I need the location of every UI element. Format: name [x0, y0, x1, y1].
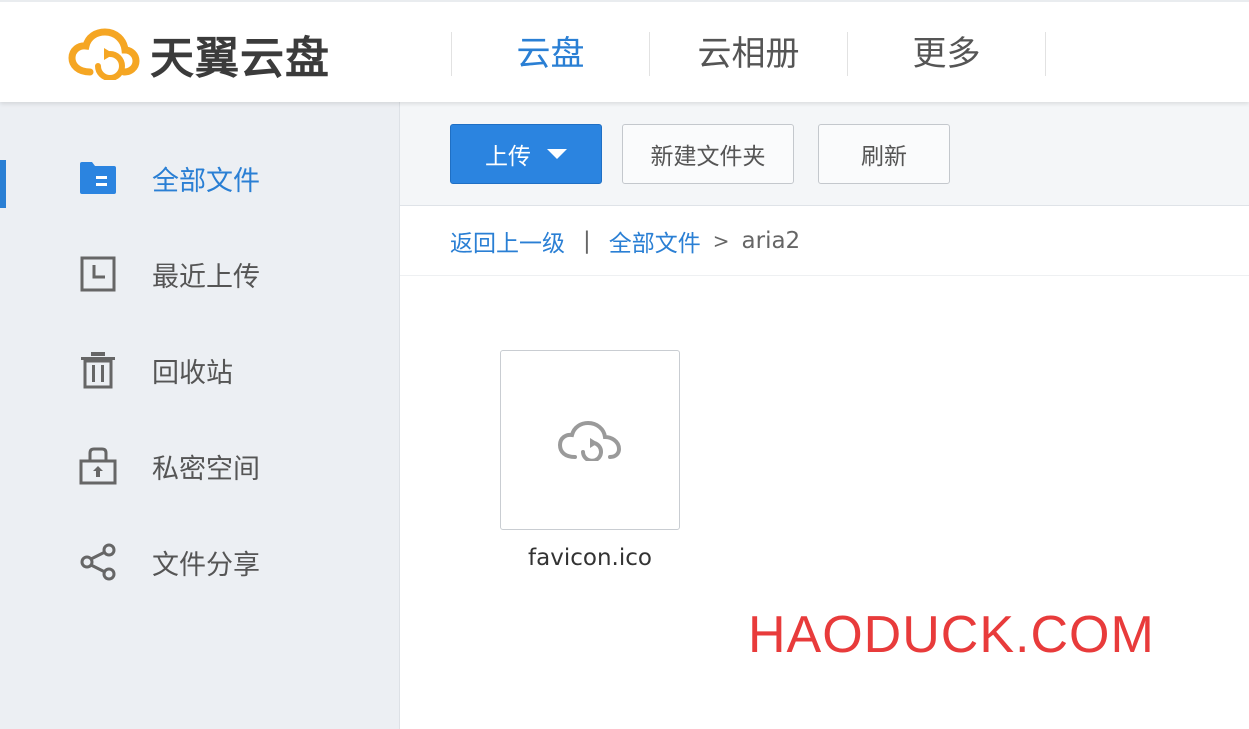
logo-text: 天翼云盘	[150, 33, 330, 84]
sidebar-item-label: 全部文件	[152, 165, 260, 197]
top-header: 天翼云盘 云盘 云相册 更多	[0, 0, 1249, 102]
breadcrumb-arrow: >	[712, 228, 730, 253]
sidebar-item-label: 文件分享	[152, 549, 260, 581]
sidebar-item-recent-uploads[interactable]: 最近上传	[0, 244, 399, 304]
toolbar: 上传 新建文件夹 刷新	[400, 102, 1249, 206]
folder-icon	[79, 159, 117, 197]
file-name[interactable]: favicon.ico	[480, 545, 700, 571]
sidebar-item-label: 最近上传	[152, 261, 260, 293]
trash-icon	[79, 351, 117, 389]
watermark-text: HAODUCK.COM	[748, 606, 1155, 664]
file-item[interactable]	[500, 350, 680, 530]
cloud-logo-icon	[68, 28, 140, 80]
nav-tab-cloud-album[interactable]: 云相册	[650, 32, 848, 76]
sidebar-item-label: 回收站	[152, 357, 233, 389]
sidebar-item-label: 私密空间	[152, 453, 260, 485]
sidebar: 全部文件 最近上传 回收站 私密空间 文件分享	[0, 102, 400, 729]
cloud-file-icon	[557, 420, 622, 461]
breadcrumb-separator: |	[583, 227, 591, 254]
lock-icon	[79, 447, 117, 485]
breadcrumb: 返回上一级 | 全部文件 > aria2	[400, 206, 1249, 276]
clock-icon	[79, 255, 117, 293]
breadcrumb-root-link[interactable]: 全部文件	[609, 224, 701, 258]
logo[interactable]: 天翼云盘	[68, 28, 330, 84]
nav-tab-cloud-disk[interactable]: 云盘	[452, 32, 650, 76]
upload-button[interactable]: 上传	[450, 124, 602, 184]
back-link[interactable]: 返回上一级	[450, 224, 565, 258]
sidebar-item-private-space[interactable]: 私密空间	[0, 436, 399, 496]
refresh-button[interactable]: 刷新	[818, 124, 950, 184]
top-nav: 云盘 云相册 更多	[451, 32, 1046, 76]
active-indicator	[0, 160, 6, 208]
upload-button-label: 上传	[485, 144, 531, 170]
sidebar-item-all-files[interactable]: 全部文件	[0, 148, 399, 208]
sidebar-item-file-share[interactable]: 文件分享	[0, 532, 399, 592]
share-icon	[79, 543, 117, 581]
nav-tab-more[interactable]: 更多	[848, 32, 1046, 76]
breadcrumb-current: aria2	[741, 227, 801, 254]
new-folder-button[interactable]: 新建文件夹	[622, 124, 794, 184]
sidebar-item-recycle-bin[interactable]: 回收站	[0, 340, 399, 400]
caret-down-icon	[547, 149, 567, 159]
